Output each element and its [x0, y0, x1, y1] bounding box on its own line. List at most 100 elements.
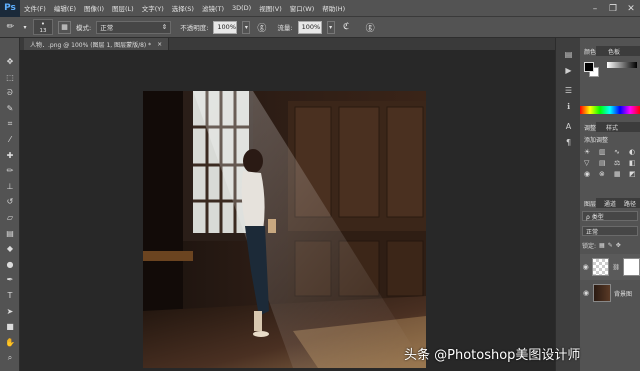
menu-view[interactable]: 视图(V) [255, 3, 286, 13]
color-lookup-icon[interactable]: ▦ [614, 170, 626, 178]
chain-link-icon[interactable]: ⛓ [612, 264, 620, 271]
hue-icon[interactable]: ▤ [599, 159, 611, 167]
invert-icon[interactable]: ◩ [629, 170, 640, 178]
dodge-tool-icon[interactable]: ● [3, 259, 17, 270]
minimize-button[interactable]: – [586, 0, 604, 17]
tab-adjustments[interactable]: 调整 [580, 122, 597, 132]
gradient-tool-icon[interactable]: ▤ [3, 228, 17, 239]
menu-type[interactable]: 文字(Y) [138, 3, 168, 13]
clone-stamp-tool-icon[interactable]: ⊥ [3, 181, 17, 192]
hand-tool-icon[interactable]: ✋ [3, 337, 17, 348]
lasso-tool-icon[interactable]: ᘐ [3, 87, 17, 98]
menu-3d[interactable]: 3D(D) [228, 4, 255, 12]
close-button[interactable]: ✕ [622, 0, 640, 17]
menu-help[interactable]: 帮助(H) [318, 3, 349, 13]
type-tool-icon[interactable]: T [3, 290, 17, 301]
menu-filter[interactable]: 滤镜(T) [198, 3, 228, 13]
history-panel-icon[interactable]: ▤ [561, 48, 576, 60]
shape-tool-icon[interactable]: ■ [3, 321, 17, 332]
lock-transparent-icon[interactable]: ▦ [599, 242, 605, 249]
info-panel-icon[interactable]: ℹ [561, 100, 576, 112]
blur-tool-icon[interactable]: ◆ [3, 243, 17, 254]
document-tab-title: 人物．.png @ 100% (图层 1, 图层蒙版/8) * [30, 41, 152, 49]
lock-paint-icon[interactable]: ✎ [608, 242, 613, 249]
brush-tool-icon[interactable]: ✏ [3, 165, 17, 176]
paragraph-panel-icon[interactable]: ¶ [561, 136, 576, 148]
airbrush-icon[interactable]: ℭ [340, 21, 353, 34]
visibility-eye-icon[interactable]: ◉ [582, 289, 590, 297]
menu-bar: Ps 文件(F) 编辑(E) 图像(I) 图层(L) 文字(Y) 选择(S) 滤… [0, 0, 640, 17]
tools-panel: ✥ ⬚ ᘐ ✎ ⌗ ⁄ ✚ ✏ ⊥ ↺ ▱ ▤ ◆ ● ✒ T ➤ ■ ✋ ⌕ [0, 38, 20, 371]
tab-color[interactable]: 颜色 [580, 46, 597, 56]
foreground-color-swatch[interactable] [584, 62, 594, 72]
lock-move-icon[interactable]: ✥ [616, 242, 621, 249]
chevron-down-icon[interactable]: ▾ [22, 21, 28, 34]
move-tool-icon[interactable]: ✥ [3, 56, 17, 67]
actions-panel-icon[interactable]: ▶ [561, 64, 576, 76]
brightness-icon[interactable]: ☀ [584, 148, 596, 156]
pressure-size-icon[interactable]: ⓖ [364, 21, 377, 34]
layer-blend-mode-select[interactable]: 正常 [582, 226, 638, 236]
restore-button[interactable]: ❐ [604, 0, 622, 17]
brush-preset-icon[interactable]: ✏ [4, 21, 17, 34]
color-balance-icon[interactable]: ⚖ [614, 159, 626, 167]
character-panel-icon[interactable]: A [561, 120, 576, 132]
layer-mask-thumbnail[interactable] [623, 258, 640, 276]
photo-filter-icon[interactable]: ◉ [584, 170, 596, 178]
visibility-eye-icon[interactable]: ◉ [582, 263, 589, 271]
collapsed-panels-column: ▤ ▶ ☰ ℹ A ¶ [555, 38, 580, 371]
tab-paths[interactable]: 路径 [620, 198, 636, 208]
layer-filter-kind[interactable]: ρ 类型 [582, 211, 638, 221]
watermark-text: 头条 @Photoshop美图设计师 [404, 348, 581, 363]
lock-label: 锁定: [582, 243, 597, 250]
tab-channels[interactable]: 通道 [600, 198, 616, 208]
opacity-input[interactable]: 100% [213, 20, 238, 34]
pen-tool-icon[interactable]: ✒ [3, 274, 17, 285]
layer-row-1[interactable]: ◉ ⛓ [580, 254, 640, 280]
chevron-updown-icon: ⇕ [161, 23, 168, 31]
layer-name: 背景图 [614, 290, 633, 298]
levels-icon[interactable]: ▥ [599, 148, 611, 156]
vibrance-icon[interactable]: ▽ [584, 159, 596, 167]
opacity-dropdown-icon[interactable]: ▾ [242, 20, 251, 34]
layer-row-background[interactable]: ◉ 背景图 [580, 280, 640, 306]
mode-value: 正常 [100, 24, 114, 32]
menu-image[interactable]: 图像(I) [80, 3, 108, 13]
healing-tool-icon[interactable]: ✚ [3, 150, 17, 161]
mode-label: 模式: [76, 24, 92, 32]
menu-edit[interactable]: 编辑(E) [50, 3, 80, 13]
color-slider-k[interactable] [607, 62, 637, 68]
layers-panel-tabs: 图层 通道 路径 [580, 198, 640, 208]
brush-panel-toggle-icon[interactable]: ▦ [58, 20, 71, 34]
pressure-opacity-icon[interactable]: ⓖ [255, 21, 268, 34]
path-select-tool-icon[interactable]: ➤ [3, 306, 17, 317]
menu-layer[interactable]: 图层(L) [108, 3, 138, 13]
marquee-tool-icon[interactable]: ⬚ [3, 72, 17, 83]
menu-select[interactable]: 选择(S) [168, 3, 198, 13]
color-spectrum-ramp[interactable] [580, 106, 640, 114]
document-canvas-image[interactable] [143, 91, 426, 368]
curves-icon[interactable]: ∿ [614, 148, 626, 156]
tab-swatches[interactable]: 色板 [604, 46, 620, 56]
bw-icon[interactable]: ◧ [629, 159, 640, 167]
close-tab-icon[interactable]: × [157, 41, 162, 48]
eyedropper-tool-icon[interactable]: ⁄ [3, 134, 17, 145]
eraser-tool-icon[interactable]: ▱ [3, 212, 17, 223]
zoom-tool-icon[interactable]: ⌕ [3, 352, 17, 363]
document-tab[interactable]: 人物．.png @ 100% (图层 1, 图层蒙版/8) * × [24, 38, 170, 50]
tab-styles[interactable]: 样式 [602, 122, 618, 132]
brush-size-picker[interactable]: • 13 [33, 19, 53, 35]
properties-panel-icon[interactable]: ☰ [561, 84, 576, 96]
adjustments-panel-tabs: 调整 样式 [580, 122, 640, 132]
crop-tool-icon[interactable]: ⌗ [3, 118, 17, 129]
flow-dropdown-icon[interactable]: ▾ [326, 20, 335, 34]
menu-window[interactable]: 窗口(W) [286, 3, 319, 13]
tab-layers[interactable]: 图层 [580, 198, 597, 208]
exposure-icon[interactable]: ◐ [629, 148, 640, 156]
history-brush-tool-icon[interactable]: ↺ [3, 196, 17, 207]
channel-mixer-icon[interactable]: ⊗ [599, 170, 611, 178]
flow-input[interactable]: 100% [297, 20, 322, 34]
mode-select[interactable]: 正常 ⇕ [96, 20, 172, 34]
menu-file[interactable]: 文件(F) [20, 3, 50, 13]
quick-select-tool-icon[interactable]: ✎ [3, 103, 17, 114]
